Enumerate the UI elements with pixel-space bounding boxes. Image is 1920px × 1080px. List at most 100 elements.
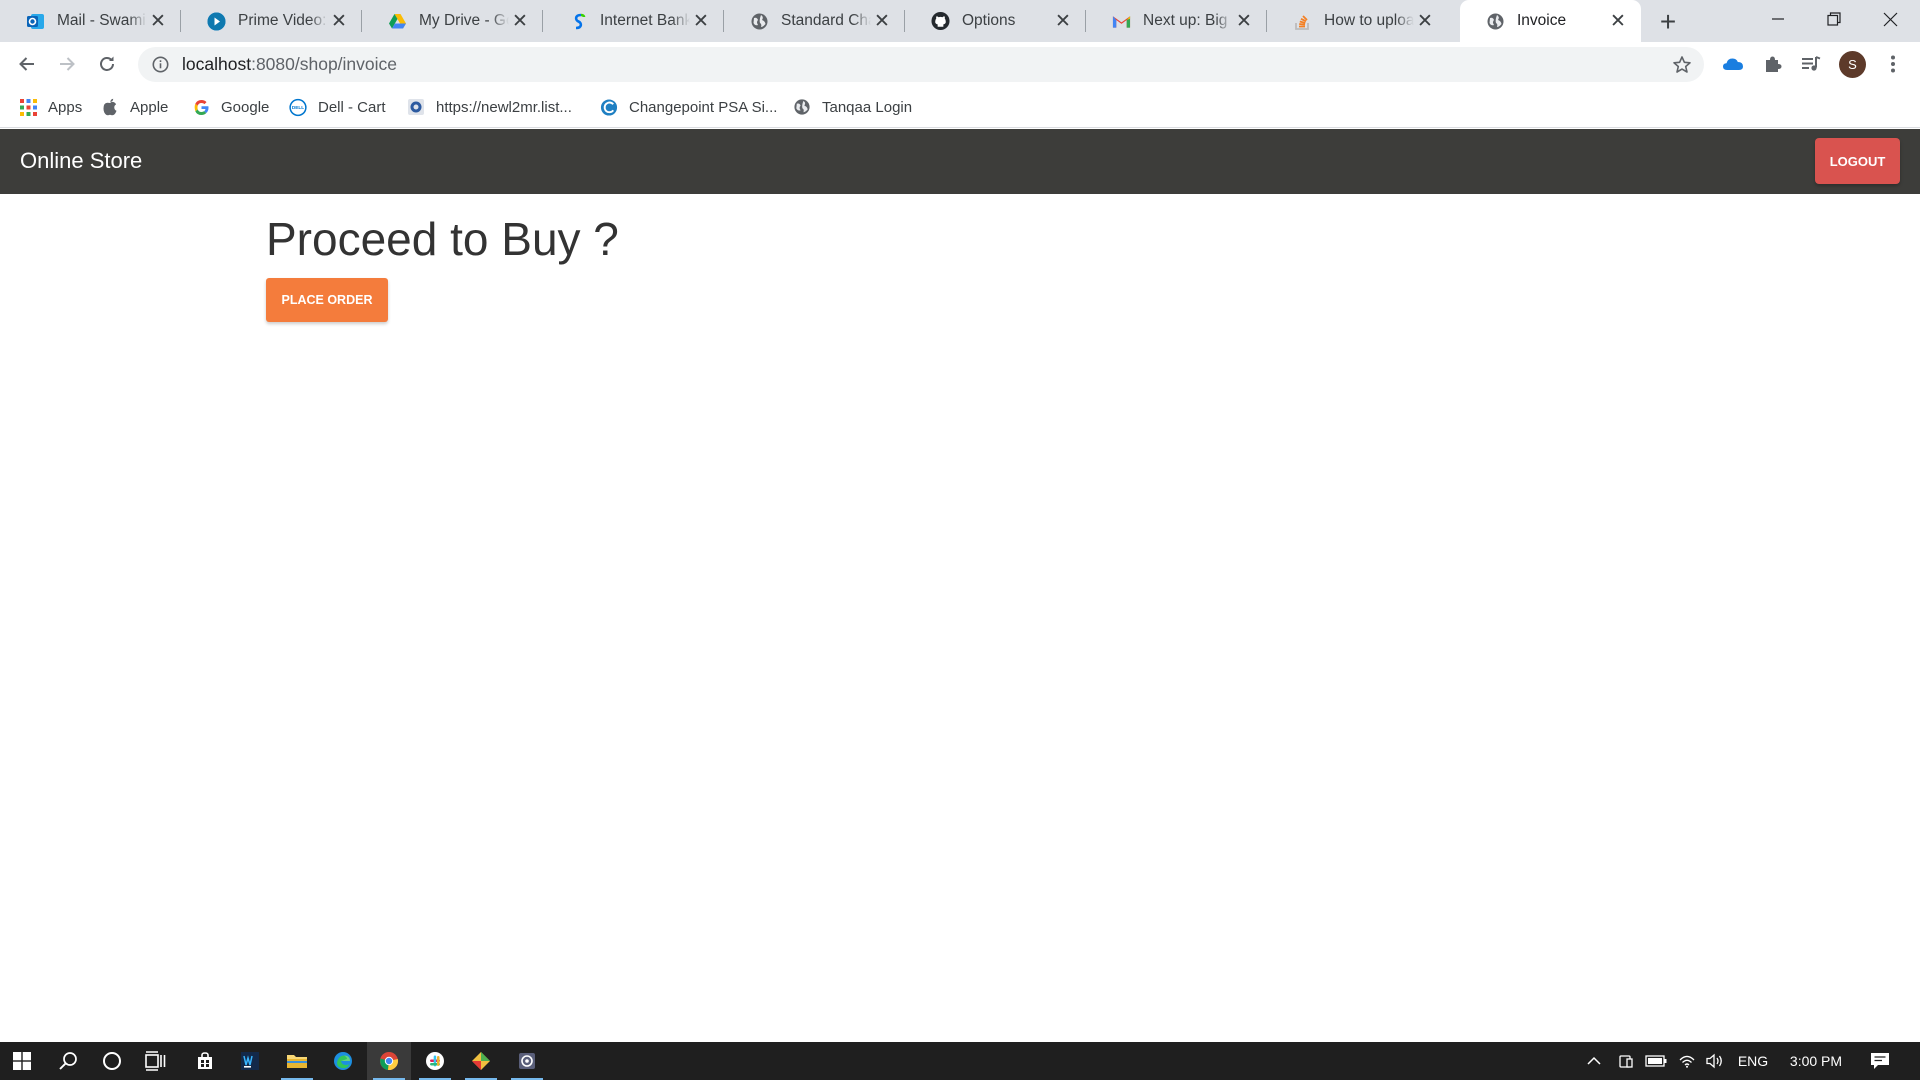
stackoverflow-icon	[1293, 12, 1312, 31]
tab-title: Options	[962, 12, 1016, 29]
input-language[interactable]: ENG	[1733, 1042, 1773, 1080]
bookmark-label: Dell - Cart	[318, 98, 386, 116]
back-arrow-icon	[19, 57, 34, 71]
store-navbar: Online Store LOGOUT	[0, 129, 1920, 194]
chrome-icon	[380, 1052, 399, 1071]
battery-icon[interactable]	[1642, 1042, 1670, 1080]
bookmark-dell-cart[interactable]: DELL Dell - Cart	[289, 96, 386, 118]
close-tab-icon[interactable]: ✕	[1414, 10, 1436, 32]
search-icon	[59, 1052, 77, 1070]
bookmark-apps[interactable]: Apps	[19, 96, 82, 118]
restore-button[interactable]	[1806, 0, 1862, 38]
intellij-button[interactable]	[228, 1042, 272, 1080]
new-tab-button[interactable]: +	[1652, 6, 1684, 38]
site-icon	[407, 98, 425, 116]
action-center-button[interactable]	[1862, 1042, 1898, 1080]
back-button[interactable]	[11, 48, 43, 80]
tab-mail[interactable]: Mail - Swaminathan ✕	[0, 0, 181, 42]
address-bar[interactable]: localhost:8080/shop/invoice	[138, 47, 1704, 82]
url-text: localhost:8080/shop/invoice	[182, 54, 397, 75]
start-button[interactable]	[0, 1042, 44, 1080]
close-tab-icon[interactable]: ✕	[509, 10, 531, 32]
bookmark-changepoint[interactable]: Changepoint PSA Si...	[600, 96, 777, 118]
wifi-icon[interactable]	[1674, 1042, 1700, 1080]
tab-prime-video[interactable]: Prime Video: The ✕	[181, 0, 362, 42]
tab-how-to-upload[interactable]: How to upload ✕	[1267, 0, 1448, 42]
profile-avatar[interactable]: S	[1839, 51, 1866, 78]
clock[interactable]: 3:00 PM	[1781, 1042, 1851, 1080]
tab-standard-chartered[interactable]: Standard Chartered ✕	[724, 0, 905, 42]
close-tab-icon[interactable]: ✕	[1607, 10, 1629, 32]
tab-title: Next up: Big Data	[1143, 12, 1233, 29]
extensions-puzzle-icon[interactable]	[1760, 51, 1786, 77]
store-app-button[interactable]	[183, 1042, 227, 1080]
forward-button[interactable]	[51, 48, 83, 80]
bookmark-tanqaa-login[interactable]: Tanqaa Login	[793, 96, 912, 118]
bookmark-label: Tanqaa Login	[822, 98, 913, 116]
close-icon	[1883, 12, 1897, 26]
windows-taskbar: ENG 3:00 PM	[0, 1042, 1920, 1080]
bookmark-newl2mr[interactable]: https://newl2mr.list...	[407, 96, 572, 118]
tab-title: Mail - Swaminathan	[57, 12, 147, 29]
site-info-icon[interactable]	[150, 55, 170, 75]
slack-button[interactable]	[413, 1042, 457, 1080]
dell-icon: DELL	[289, 98, 307, 116]
bookmark-label: https://newl2mr.list...	[436, 98, 572, 116]
settings-app-button[interactable]	[505, 1042, 549, 1080]
bookmark-label: Changepoint PSA Si...	[629, 98, 778, 116]
show-hidden-icons-button[interactable]	[1582, 1042, 1606, 1080]
bank-icon	[569, 12, 588, 31]
gear-icon	[519, 1053, 535, 1069]
reload-button[interactable]	[91, 48, 123, 80]
apps-grid-icon	[19, 98, 37, 116]
tab-options[interactable]: Options ✕	[905, 0, 1086, 42]
device-tray-icon[interactable]	[1614, 1042, 1638, 1080]
tab-title: Internet Banking	[600, 12, 690, 29]
bookmark-label: Google	[221, 98, 270, 116]
minimize-button[interactable]	[1750, 0, 1806, 38]
github-icon	[931, 11, 950, 31]
logout-button[interactable]: LOGOUT	[1815, 138, 1900, 184]
gmail-icon	[1112, 12, 1131, 31]
close-tab-icon[interactable]: ✕	[328, 10, 350, 32]
close-tab-icon[interactable]: ✕	[1233, 10, 1255, 32]
git-tool-button[interactable]	[459, 1042, 503, 1080]
task-view-button[interactable]	[134, 1042, 178, 1080]
place-order-button[interactable]: PLACE ORDER	[266, 278, 388, 322]
tab-strip: Mail - Swaminathan ✕ Prime Video: The ✕ …	[0, 0, 1920, 42]
edge-button[interactable]	[321, 1042, 365, 1080]
cortana-button[interactable]	[90, 1042, 134, 1080]
tab-gmail[interactable]: Next up: Big Data ✕	[1086, 0, 1267, 42]
bookmark-apple[interactable]: Apple	[101, 96, 168, 118]
volume-icon[interactable]	[1702, 1042, 1728, 1080]
tab-title: Invoice	[1517, 12, 1567, 29]
close-window-button[interactable]	[1862, 0, 1918, 38]
tab-title: Prime Video: The	[238, 12, 328, 29]
bookmark-label: Apps	[48, 98, 83, 116]
browser-toolbar: localhost:8080/shop/invoice S	[0, 42, 1920, 86]
close-tab-icon[interactable]: ✕	[147, 10, 169, 32]
globe-icon	[750, 12, 769, 31]
close-tab-icon[interactable]: ✕	[1052, 10, 1074, 32]
store-brand[interactable]: Online Store	[20, 148, 142, 174]
chrome-button[interactable]	[367, 1042, 411, 1080]
outlook-icon	[26, 12, 45, 31]
file-explorer-button[interactable]	[275, 1042, 319, 1080]
tab-title: Standard Chartered	[781, 12, 871, 29]
tab-google-drive[interactable]: My Drive - Google Drive ✕	[362, 0, 543, 42]
git-diamond-icon	[472, 1052, 490, 1070]
search-button[interactable]	[46, 1042, 90, 1080]
apple-icon	[101, 98, 119, 116]
tab-internet-banking[interactable]: Internet Banking ✕	[543, 0, 724, 42]
onedrive-icon[interactable]	[1720, 51, 1746, 77]
close-tab-icon[interactable]: ✕	[871, 10, 893, 32]
tab-invoice[interactable]: Invoice ✕	[1460, 0, 1641, 42]
shopping-bag-icon	[198, 1052, 212, 1069]
bookmark-star-icon[interactable]	[1670, 53, 1694, 77]
tab-title: My Drive - Google Drive	[419, 12, 509, 29]
bookmark-google[interactable]: Google	[192, 96, 269, 118]
close-tab-icon[interactable]: ✕	[690, 10, 712, 32]
cortana-circle-icon	[103, 1052, 121, 1070]
media-queue-icon[interactable]	[1798, 51, 1824, 77]
chrome-menu-icon[interactable]	[1880, 51, 1906, 77]
